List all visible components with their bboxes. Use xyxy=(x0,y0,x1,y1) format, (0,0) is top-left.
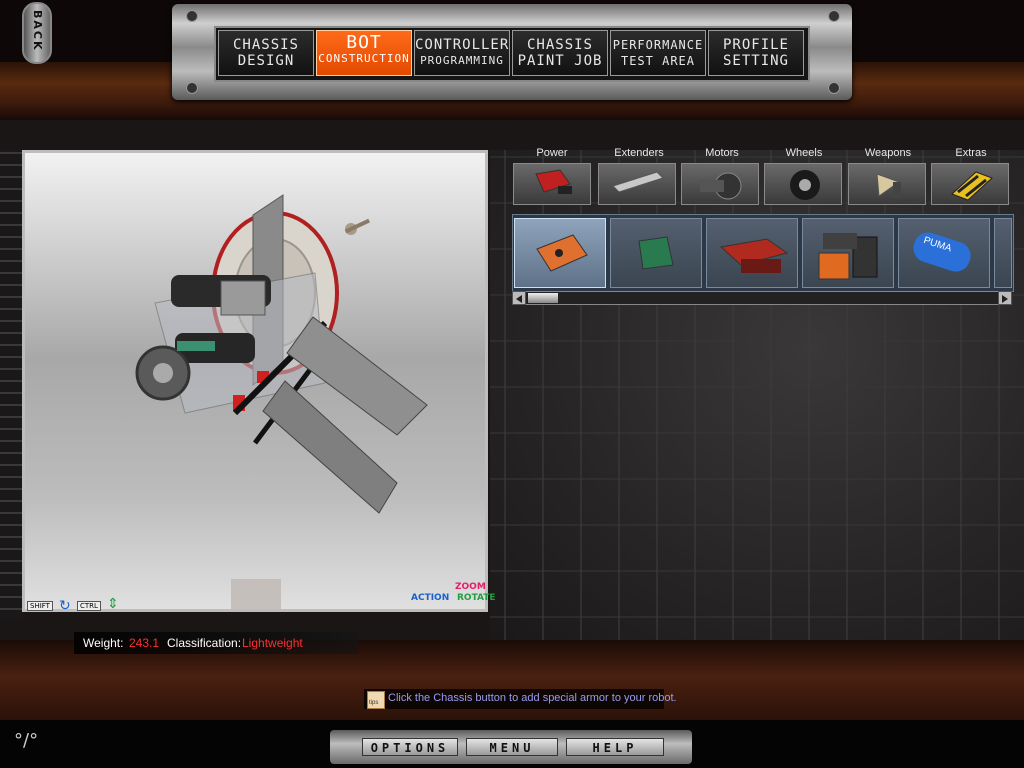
ctrl-key-hint: CTRL xyxy=(77,601,101,611)
category-extenders-button[interactable] xyxy=(598,163,676,205)
category-label-power: Power xyxy=(536,147,568,159)
parts-scrollbar-thumb[interactable] xyxy=(528,293,558,303)
shift-key-hint: SHIFT xyxy=(27,601,53,611)
tab-label-line2: SETTING xyxy=(722,53,789,69)
tab-label-line2: CONSTRUCTION xyxy=(318,52,410,65)
speed-controller-icon xyxy=(536,234,588,272)
action-label: ACTION xyxy=(411,593,450,603)
part-dual-battery[interactable] xyxy=(802,218,894,288)
rotate-arrow-icon: ↻ xyxy=(59,597,71,613)
circuit-board xyxy=(177,341,215,351)
part-circuit-board[interactable] xyxy=(610,218,702,288)
tips-icon: tips xyxy=(367,691,385,709)
tab-label-line2: TEST AREA xyxy=(620,54,696,68)
menu-button[interactable]: MENU xyxy=(466,738,558,756)
puma-tank-icon: PUMA xyxy=(913,232,971,272)
bolt-icon xyxy=(828,82,840,94)
category-power-button[interactable] xyxy=(513,163,591,205)
category-label-extenders: Extenders xyxy=(614,147,664,159)
tab-label-line2: DESIGN xyxy=(237,53,295,69)
help-button[interactable]: HELP xyxy=(566,738,664,756)
weight-value: 243.1 xyxy=(129,636,160,650)
parts-scrollbar-track[interactable] xyxy=(512,291,1012,305)
floating-bracket-icon xyxy=(344,218,370,235)
tab-profile-setting[interactable]: PROFILE SETTING xyxy=(708,30,804,76)
tab-chassis-design[interactable]: CHASSIS DESIGN xyxy=(218,30,314,76)
circuit-board-icon xyxy=(638,236,674,270)
tab-label-line2: PROGRAMMING xyxy=(420,54,504,67)
classification-label: Classification: xyxy=(167,636,242,650)
part-speed-controller[interactable] xyxy=(514,218,606,288)
part-puma-tank[interactable]: PUMA xyxy=(898,218,990,288)
scroll-right-arrow-icon[interactable] xyxy=(998,291,1012,305)
tab-label-line1: PROFILE xyxy=(722,37,789,53)
wheel-icon xyxy=(790,170,820,200)
tab-chassis-paint-job[interactable]: CHASSIS PAINT JOB xyxy=(512,30,608,76)
power-unit-icon xyxy=(535,169,572,194)
tab-label-line1: CONTROLLER xyxy=(415,37,510,53)
zoom-label: ZOOM xyxy=(455,582,486,592)
motor-mount xyxy=(220,280,266,316)
robot-3d-viewport[interactable]: SHIFT ↻ CTRL ⇕ ACTION ZOOM ROTATE xyxy=(22,150,496,613)
tips-icon-label: tips xyxy=(369,700,379,706)
category-label-weapons: Weapons xyxy=(864,147,912,159)
scroll-left-arrow-icon[interactable] xyxy=(512,291,526,305)
category-motors-button[interactable] xyxy=(681,163,759,205)
hazard-extras-icon xyxy=(951,171,993,201)
tab-label-line2: PAINT JOB xyxy=(517,53,603,69)
circuit-edge-left xyxy=(0,150,24,620)
tip-text: Click the Chassis button to add special … xyxy=(388,692,677,704)
part-battery-pack[interactable] xyxy=(706,218,798,288)
game-logo-icon: °/° xyxy=(14,730,39,751)
motor-icon xyxy=(700,172,742,200)
bolt-icon xyxy=(186,10,198,22)
bolt-icon xyxy=(186,82,198,94)
category-extras-button[interactable] xyxy=(931,163,1009,205)
part-next-partial[interactable] xyxy=(994,218,1012,288)
bolt-icon xyxy=(828,10,840,22)
move-arrow-icon: ⇕ xyxy=(107,595,119,611)
tab-controller-programming[interactable]: CONTROLLER PROGRAMMING xyxy=(414,30,510,76)
tab-label-line1: CHASSIS xyxy=(526,37,593,53)
dual-battery-icon xyxy=(818,233,878,280)
options-button[interactable]: OPTIONS xyxy=(362,738,458,756)
category-label-wheels: Wheels xyxy=(785,147,823,159)
tab-bot-construction[interactable]: BOT CONSTRUCTION xyxy=(316,30,412,76)
selected-part-thumbnail xyxy=(231,579,281,609)
category-weapons-button[interactable] xyxy=(848,163,926,205)
tab-label-line1: PERFORMANCE xyxy=(612,38,704,52)
rotate-label: ROTATE xyxy=(457,593,496,603)
category-wheels-button[interactable] xyxy=(764,163,842,205)
back-button[interactable]: BACK xyxy=(22,2,52,64)
wheel-hub xyxy=(153,363,173,383)
classification-value: Lightweight xyxy=(242,636,303,650)
robot-model[interactable] xyxy=(25,153,485,609)
battery-pack-icon xyxy=(719,238,789,273)
tab-label-line1: BOT xyxy=(346,32,382,53)
tab-performance-test-area[interactable]: PERFORMANCE TEST AREA xyxy=(610,30,706,76)
back-label: BACK xyxy=(31,10,44,52)
extender-bar-icon xyxy=(612,171,664,193)
category-label-extras: Extras xyxy=(955,147,987,159)
weight-label: Weight: xyxy=(83,636,124,650)
tab-label-line1: CHASSIS xyxy=(232,37,299,53)
weapon-blade-icon xyxy=(876,173,901,198)
category-label-motors: Motors xyxy=(705,147,739,159)
